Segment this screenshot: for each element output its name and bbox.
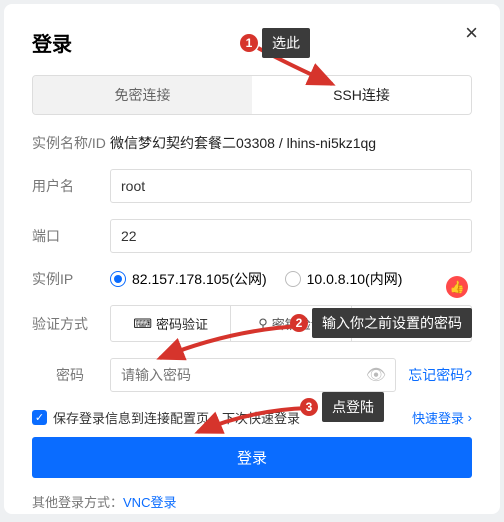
login-modal: 登录 × 免密连接 SSH连接 实例名称/ID 微信梦幻契约套餐二03308 /… xyxy=(4,4,500,514)
ip-radio-group: 82.157.178.105(公网) 10.0.8.10(内网) xyxy=(110,269,402,289)
annotation-tip-3: 点登陆 xyxy=(322,392,384,422)
login-button[interactable]: 登录 xyxy=(32,437,472,478)
keyboard-icon: ⌨ xyxy=(133,316,152,332)
row-user: 用户名 xyxy=(32,169,472,203)
radio-icon xyxy=(285,271,301,287)
label-ip: 实例IP xyxy=(32,269,110,289)
label-instance: 实例名称/ID xyxy=(32,133,110,153)
annotation-badge-3: 3 xyxy=(300,398,318,416)
input-username[interactable] xyxy=(110,169,472,203)
label-password: 密码 xyxy=(56,365,110,385)
tab-ssh[interactable]: SSH连接 xyxy=(252,76,471,114)
vnc-login-link[interactable]: VNC登录 xyxy=(123,495,176,510)
save-text: 保存登录信息到连接配置页，下次快速登录 xyxy=(53,408,300,427)
forgot-password-link[interactable]: 忘记密码? xyxy=(408,365,472,385)
annotation-badge-1: 1 xyxy=(240,34,258,52)
other-login-label: 其他登录方式： xyxy=(32,495,123,510)
row-password: 密码 👁 忘记密码? xyxy=(56,358,472,392)
label-verify: 验证方式 xyxy=(32,314,110,334)
radio-private-label: 10.0.8.10(内网) xyxy=(307,269,403,289)
other-login: 其他登录方式：VNC登录 xyxy=(32,492,472,511)
radio-private-ip[interactable]: 10.0.8.10(内网) xyxy=(285,269,403,289)
annotation-tip-1: 选此 xyxy=(262,28,310,58)
row-save: ✓ 保存登录信息到连接配置页，下次快速登录 快速登录 › xyxy=(32,408,472,427)
value-instance: 微信梦幻契约套餐二03308 / lhins-ni5kz1qg xyxy=(110,133,376,153)
row-instance: 实例名称/ID 微信梦幻契约套餐二03308 / lhins-ni5kz1qg xyxy=(32,133,472,153)
key-icon: ⚲ xyxy=(258,316,268,332)
tab-free[interactable]: 免密连接 xyxy=(33,76,252,114)
close-icon[interactable]: × xyxy=(465,22,478,44)
label-user: 用户名 xyxy=(32,176,110,196)
label-port: 端口 xyxy=(32,226,110,246)
connection-tabs: 免密连接 SSH连接 xyxy=(32,75,472,115)
row-ip: 实例IP 82.157.178.105(公网) 10.0.8.10(内网) xyxy=(32,269,472,289)
thumb-icon: 👍 xyxy=(446,276,468,298)
row-port: 端口 xyxy=(32,219,472,253)
eye-icon[interactable]: 👁 xyxy=(366,365,386,385)
annotation-badge-2: 2 xyxy=(290,314,308,332)
input-port[interactable] xyxy=(110,219,472,253)
radio-public-label: 82.157.178.105(公网) xyxy=(132,269,267,289)
radio-icon xyxy=(110,271,126,287)
verify-password[interactable]: ⌨ 密码验证 xyxy=(111,306,231,341)
annotation-tip-2: 输入你之前设置的密码 xyxy=(312,308,472,338)
save-checkbox[interactable]: ✓ xyxy=(32,410,47,425)
radio-public-ip[interactable]: 82.157.178.105(公网) xyxy=(110,269,267,289)
input-password[interactable] xyxy=(110,358,396,392)
quick-login-link[interactable]: 快速登录 › xyxy=(412,408,472,427)
